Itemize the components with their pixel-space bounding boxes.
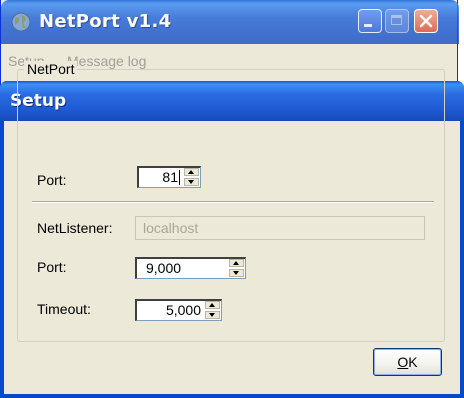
listener-port-spinner[interactable]: 9,000	[135, 257, 246, 279]
port-spinner[interactable]: 81	[137, 166, 201, 188]
port-label: Port:	[37, 172, 67, 188]
spin-down-icon[interactable]	[184, 178, 199, 186]
separator	[32, 201, 434, 203]
timeout-label: Timeout:	[37, 301, 91, 317]
spin-down-icon[interactable]	[205, 311, 220, 319]
netlistener-placeholder: localhost	[143, 220, 199, 236]
timeout-value[interactable]: 5,000	[166, 302, 201, 318]
text-caret	[179, 170, 180, 185]
spin-up-icon[interactable]	[229, 259, 244, 267]
netlistener-label: NetListener:	[37, 220, 113, 236]
listener-port-value[interactable]: 9,000	[146, 260, 181, 276]
port-spinner-arrows	[184, 168, 199, 186]
minimize-button[interactable]	[358, 9, 382, 33]
listener-port-spinner-arrows	[229, 259, 244, 277]
main-title-bar[interactable]: NetPort v1.4	[1, 0, 459, 44]
listener-port-label: Port:	[37, 259, 67, 275]
menu-message-log[interactable]: Message log	[67, 53, 146, 69]
timeout-spinner[interactable]: 5,000	[135, 299, 222, 321]
close-icon	[419, 14, 433, 28]
close-button[interactable]	[414, 9, 438, 33]
ok-label: K	[408, 354, 418, 370]
netlistener-input: localhost	[135, 216, 425, 240]
main-window-title: NetPort v1.4	[39, 11, 172, 32]
spin-down-icon[interactable]	[229, 269, 244, 277]
port-value[interactable]: 81	[162, 169, 178, 185]
spin-up-icon[interactable]	[184, 168, 199, 176]
ok-button[interactable]: OK	[373, 348, 442, 376]
group-label: NetPort	[24, 61, 78, 77]
globe-icon	[11, 12, 31, 32]
maximize-button[interactable]	[385, 9, 409, 33]
timeout-spinner-arrows	[205, 301, 220, 319]
spin-up-icon[interactable]	[205, 301, 220, 309]
ok-mnemonic: O	[397, 354, 409, 370]
